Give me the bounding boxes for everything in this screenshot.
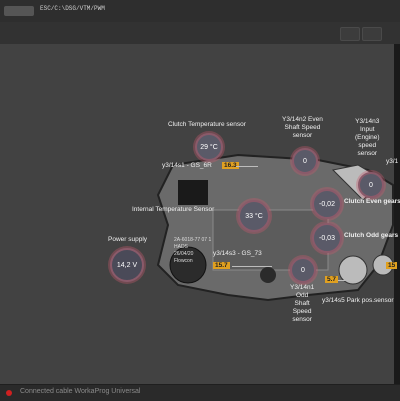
- odd-shaft-speed-label: Y3/14n1 Odd Shaft Speed sensor: [290, 284, 315, 323]
- breadcrumb-path: ESC/C:\DSG/VTM/PWM: [40, 5, 105, 12]
- even-shaft-speed-gauge: 0: [292, 148, 318, 174]
- toolbar: [0, 22, 400, 45]
- power-supply-label: Power supply: [108, 236, 148, 243]
- power-supply-gauge: 14,2 V: [110, 248, 144, 282]
- title-bar: ESC/C:\DSG/VTM/PWM: [0, 0, 400, 23]
- connector-line: [232, 266, 272, 267]
- status-bar: Connected cable WorkaProg Universal: [0, 384, 400, 401]
- clutch-temp-id: y3/14s1 - GS_6R: [162, 162, 212, 169]
- toolbar-button-1[interactable]: [340, 27, 360, 41]
- park-pos-label: y3/14s5 Park pos.sensor: [322, 297, 394, 304]
- connector-line: [236, 166, 258, 167]
- gs73-id: y3/14s3 - GS_73: [213, 250, 262, 257]
- clutch-odd-label: Clutch Odd gears: [344, 232, 399, 239]
- park-badge: 5.7: [325, 276, 339, 283]
- status-text: Connected cable WorkaProg Universal: [20, 388, 141, 395]
- pcb-line-4: Flowcon: [174, 258, 193, 264]
- connection-status-icon: [6, 390, 12, 396]
- clutch-odd-gauge: -0,03: [312, 223, 342, 253]
- odd-shaft-speed-gauge: 0: [290, 257, 316, 283]
- gs73-badge: 15.7: [213, 262, 230, 269]
- toolbar-button-2[interactable]: [362, 27, 382, 41]
- internal-temp-label: Internal Temperature Sensor: [132, 206, 215, 213]
- app-logo: [4, 6, 34, 16]
- clutch-even-gauge: -0,02: [312, 189, 342, 219]
- clutch-even-label: Clutch Even gears: [344, 198, 400, 205]
- clutch-temp-label: Clutch Temperature sensor: [168, 121, 246, 128]
- clutch-temp-gauge: 29 °C: [195, 133, 223, 161]
- input-speed-gauge: 0: [358, 172, 384, 198]
- internal-temp-gauge: 33 °C: [238, 200, 270, 232]
- even-shaft-speed-label: Y3/14n2 Even Shaft Speed sensor: [282, 116, 323, 139]
- right-sensor-badge: 15: [386, 262, 398, 269]
- connector-line: [338, 280, 360, 281]
- input-speed-label: Y3/14n3 Input (Engine) speed sensor: [355, 118, 380, 157]
- right-sensor-label: y3/1: [386, 158, 399, 165]
